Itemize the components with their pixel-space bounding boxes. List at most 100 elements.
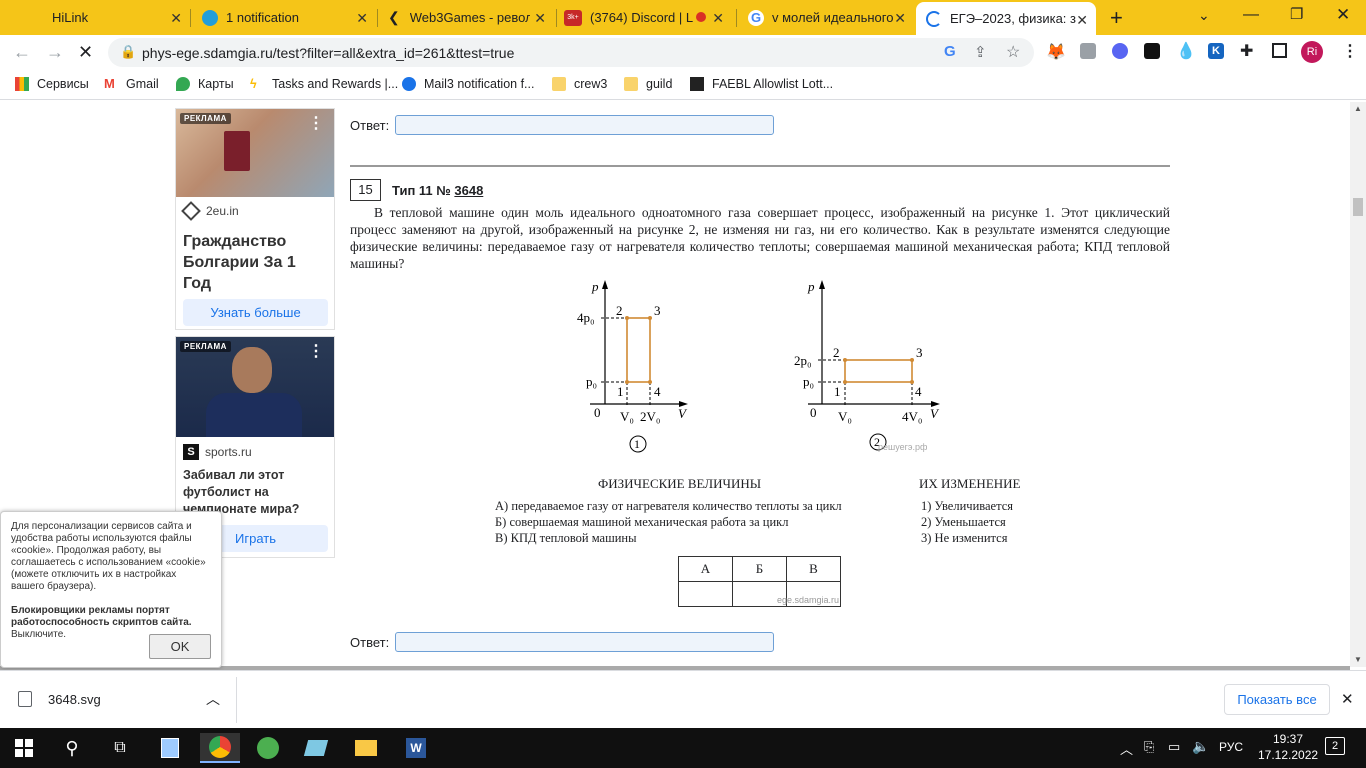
- ad-badge: РЕКЛАМА: [180, 341, 231, 352]
- bookmark-crew3[interactable]: crew3: [552, 77, 607, 91]
- search-icon[interactable]: ⚲: [52, 733, 92, 763]
- ad-cta-button[interactable]: Узнать больше: [183, 299, 328, 326]
- faebl-icon: [690, 77, 704, 91]
- ad-source: 2eu.in: [206, 204, 239, 218]
- ad-menu-icon[interactable]: ⋮: [308, 113, 324, 133]
- cookie-notice: Для персонализации сервисов сайта и удоб…: [0, 511, 222, 668]
- point-1: 1: [834, 384, 841, 399]
- x-tick-4v0: 4V₀: [902, 409, 922, 424]
- close-tab-icon[interactable]: ✕: [894, 10, 906, 27]
- side-panel-icon[interactable]: [1272, 43, 1287, 58]
- ad-headline[interactable]: Гражданство Болгарии За 1 Год: [183, 231, 323, 294]
- answer-table: А Б В ege.sdamgia.ru: [678, 556, 841, 607]
- tray-chevron-icon[interactable]: ︿: [1120, 739, 1133, 758]
- answer-input[interactable]: [395, 632, 775, 652]
- windows-start-icon[interactable]: [4, 733, 44, 763]
- answer-input[interactable]: [395, 115, 775, 135]
- tab-ege-active[interactable]: ЕГЭ–2023, физика: за ✕: [916, 2, 1096, 35]
- download-bar: 3648.svg ︿ Показать все ✕: [0, 670, 1366, 728]
- word-icon[interactable]: W: [396, 733, 436, 763]
- close-tab-icon[interactable]: ✕: [534, 10, 546, 27]
- bookmark-gmail[interactable]: M Gmail: [104, 76, 159, 92]
- battery-icon[interactable]: ▭: [1168, 739, 1180, 755]
- y-tick-p0: p₀: [803, 374, 814, 389]
- notification-center-icon[interactable]: 2: [1325, 737, 1345, 755]
- scroll-up-icon[interactable]: ▲: [1354, 104, 1362, 113]
- network-icon[interactable]: ⎘: [1144, 739, 1154, 755]
- bookmark-label: Сервисы: [37, 77, 89, 91]
- ad-card-citizenship[interactable]: РЕКЛАМА ⋮ 2eu.in Гражданство Болгарии За…: [175, 108, 335, 330]
- bookmark-mail3[interactable]: Mail3 notification f...: [402, 77, 534, 91]
- bookmark-services[interactable]: Сервисы: [15, 77, 89, 91]
- gmail-icon: M: [104, 76, 115, 91]
- answer-label: Ответ:: [350, 117, 390, 133]
- extension-icon[interactable]: [1080, 43, 1096, 59]
- hilink-icon: [8, 10, 28, 26]
- download-item[interactable]: 3648.svg: [18, 691, 101, 707]
- problem-id-link[interactable]: 3648: [454, 183, 483, 198]
- tab-notification[interactable]: 1 notification ✕: [196, 0, 376, 35]
- close-window-icon[interactable]: ✕: [1336, 5, 1350, 25]
- new-tab-icon[interactable]: +: [1110, 5, 1123, 31]
- stop-loading-icon[interactable]: ✕: [78, 42, 93, 63]
- y-tick-p0: p₀: [586, 374, 597, 389]
- wallet-extension-icon[interactable]: [1144, 43, 1160, 59]
- tab-web3games[interactable]: ❮ Web3Games - револ ✕: [382, 0, 554, 35]
- p-axis-label: p: [591, 279, 599, 294]
- problem-text: В тепловой машине один моль идеального о…: [350, 205, 1170, 271]
- menu-dots-icon[interactable]: ⋮: [1342, 41, 1358, 61]
- telegram-taskbar-icon[interactable]: [248, 733, 288, 763]
- tab-hilink[interactable]: HiLink ✕: [8, 0, 190, 35]
- player-shirt-graphic: [206, 393, 302, 437]
- app-icon[interactable]: [150, 733, 190, 763]
- figure-2: p V 0 2p₀ p₀ V₀ 4V₀ 2 3 1 4 2 решуегэ.рф: [794, 279, 940, 452]
- puzzle-icon[interactable]: ✚: [1240, 41, 1253, 61]
- scrollbar[interactable]: ▲ ▼: [1350, 102, 1366, 667]
- volume-icon[interactable]: 🔈: [1192, 738, 1209, 755]
- language-indicator[interactable]: РУС: [1219, 740, 1243, 754]
- chevron-up-icon[interactable]: ︿: [206, 689, 220, 709]
- tab-discord[interactable]: 3k+ (3764) Discord | L ✕: [562, 0, 732, 35]
- discord-extension-icon[interactable]: [1112, 43, 1128, 59]
- close-tab-icon[interactable]: ✕: [1076, 12, 1088, 29]
- profile-avatar[interactable]: Ri: [1301, 41, 1323, 63]
- cookie-text: Для персонализации сервисов сайта и удоб…: [11, 521, 206, 592]
- cookie-ok-button[interactable]: OK: [149, 634, 211, 659]
- clock[interactable]: 19:37 17.12.2022: [1258, 731, 1318, 763]
- task-view-icon[interactable]: ⧉: [100, 733, 140, 763]
- scroll-down-icon[interactable]: ▼: [1354, 655, 1362, 664]
- droplet-icon[interactable]: 💧: [1176, 41, 1196, 61]
- k-extension-icon[interactable]: K: [1208, 43, 1224, 59]
- bookmark-guild[interactable]: guild: [624, 77, 672, 91]
- forward-icon[interactable]: →: [46, 42, 64, 63]
- tab-search-icon[interactable]: ⌄: [1198, 7, 1210, 24]
- restore-icon[interactable]: ❐: [1290, 5, 1303, 23]
- close-download-bar-icon[interactable]: ✕: [1341, 690, 1354, 708]
- bookmark-label: guild: [646, 77, 673, 91]
- app-taskbar-icon[interactable]: [296, 733, 336, 763]
- close-tab-icon[interactable]: ✕: [356, 10, 368, 27]
- close-tab-icon[interactable]: ✕: [170, 10, 182, 27]
- show-all-button[interactable]: Показать все: [1224, 684, 1330, 715]
- close-tab-icon[interactable]: ✕: [712, 10, 724, 27]
- back-icon[interactable]: ←: [13, 42, 31, 63]
- y-tick-2p0: 2p₀: [794, 353, 812, 368]
- apps-grid-icon: [15, 77, 29, 91]
- bookmark-label: crew3: [574, 77, 608, 91]
- scrollbar-thumb[interactable]: [1353, 198, 1363, 216]
- metamask-icon[interactable]: 🦊: [1046, 42, 1066, 62]
- telegram-icon: [202, 9, 218, 26]
- bookmark-star-icon[interactable]: ☆: [1006, 42, 1020, 62]
- bookmark-maps[interactable]: Карты: [176, 77, 234, 91]
- minimize-icon[interactable]: —: [1243, 6, 1259, 24]
- tab-google-search[interactable]: G v молей идеального ✕: [742, 0, 914, 35]
- chrome-taskbar-icon[interactable]: [200, 733, 240, 763]
- quantities-list: А) передаваемое газу от нагревателя коли…: [495, 498, 842, 546]
- google-translate-icon[interactable]: G: [944, 43, 956, 60]
- ad-menu-icon[interactable]: ⋮: [308, 341, 324, 361]
- share-icon[interactable]: ⇪: [974, 43, 987, 61]
- bookmark-tasks[interactable]: ϟ Tasks and Rewards |...: [250, 77, 398, 91]
- file-explorer-icon[interactable]: [346, 733, 386, 763]
- bookmark-faebl[interactable]: FAEBL Allowlist Lott...: [690, 77, 833, 91]
- address-bar[interactable]: 🔒 phys-ege.sdamgia.ru/test?filter=all&ex…: [108, 38, 1034, 67]
